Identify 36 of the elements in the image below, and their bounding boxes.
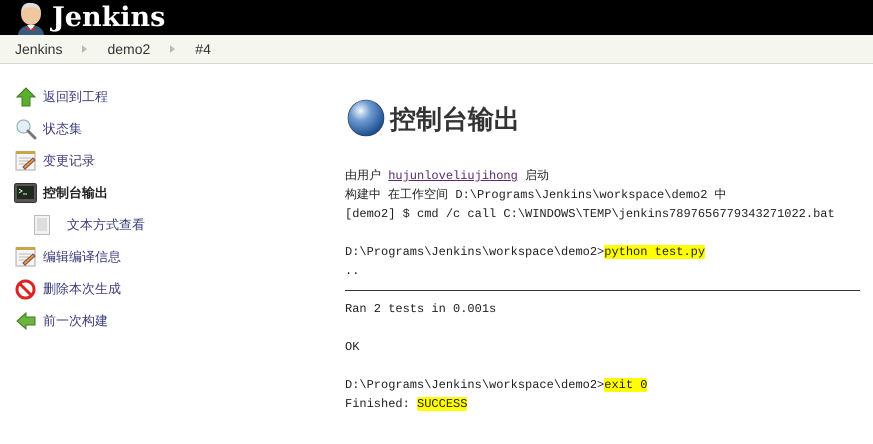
console-text: Finished: bbox=[345, 397, 411, 411]
highlighted-text: python test.py bbox=[604, 245, 706, 259]
breadcrumb-link[interactable]: Jenkins bbox=[15, 38, 62, 60]
console-text: 启动 bbox=[524, 169, 550, 183]
sidebar-link[interactable]: 编辑编译信息 bbox=[43, 247, 121, 267]
console-text: .. bbox=[345, 264, 360, 278]
sidebar-link[interactable]: 前一次构建 bbox=[43, 311, 108, 331]
notepad-pencil-icon bbox=[14, 246, 37, 268]
terminal-icon bbox=[14, 183, 37, 203]
console-text: D:\Programs\Jenkins\workspace\demo2> bbox=[345, 378, 604, 392]
console-text: 由用户 bbox=[345, 169, 382, 183]
separator-icon bbox=[170, 45, 176, 53]
sidebar-link[interactable]: 状态集 bbox=[43, 119, 82, 139]
separator-icon bbox=[82, 45, 88, 53]
sidebar-link[interactable]: 删除本次生成 bbox=[43, 279, 121, 299]
sidebar-link[interactable]: 返回到工程 bbox=[43, 87, 108, 107]
no-entry-icon bbox=[14, 278, 37, 300]
console-text: D:\Programs\Jenkins\workspace\demo2> bbox=[345, 245, 604, 259]
breadcrumb-link[interactable]: demo2 bbox=[107, 38, 150, 60]
console-text: [demo2] $ cmd /c call C:\WINDOWS\TEMP\jenkins7897656779343271022.bat bbox=[345, 207, 835, 221]
highlighted-text: SUCCESS bbox=[417, 397, 468, 411]
console-text: Ran 2 tests in 0.001s bbox=[345, 302, 496, 316]
highlighted-text: exit 0 bbox=[604, 378, 648, 392]
breadcrumb-link[interactable]: #4 bbox=[195, 38, 211, 60]
console-text: OK bbox=[345, 340, 360, 354]
left-arrow-icon bbox=[14, 312, 37, 330]
sidebar-link[interactable]: 控制台输出 bbox=[43, 183, 108, 203]
page-heading: 控制台输出 bbox=[390, 102, 520, 136]
app-title[interactable]: Jenkins bbox=[52, 4, 166, 31]
user-link[interactable]: hujunloveliujihong bbox=[388, 169, 518, 183]
sidebar-link[interactable]: 文本方式查看 bbox=[67, 215, 145, 235]
search-icon bbox=[14, 118, 37, 140]
notepad-pencil-icon bbox=[14, 150, 37, 172]
sidebar-link[interactable]: 变更记录 bbox=[43, 151, 95, 171]
console-text: 构建中 在工作空间 D:\Programs\Jenkins\workspace\demo2 中 bbox=[345, 188, 727, 202]
up-arrow-icon bbox=[14, 87, 37, 107]
